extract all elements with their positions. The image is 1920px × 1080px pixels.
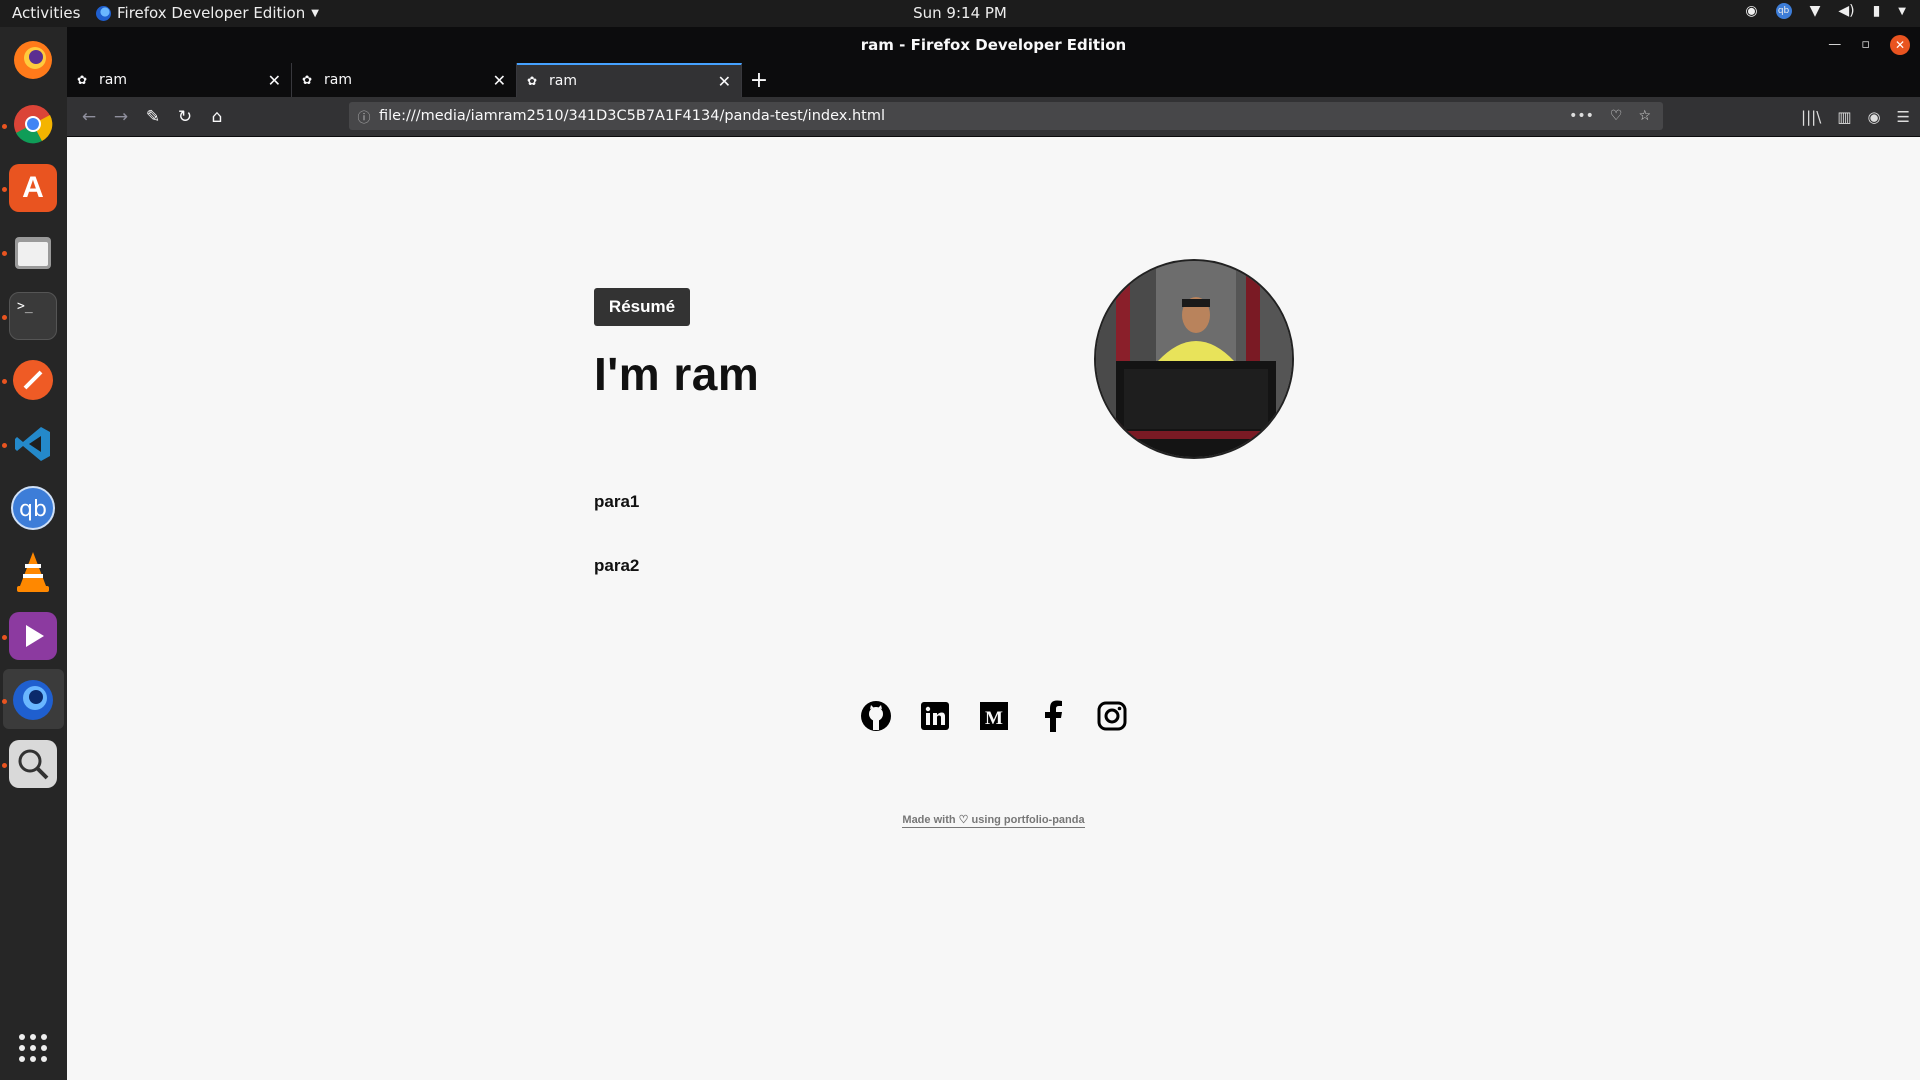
postman-icon[interactable] [9,356,57,404]
terminal-icon[interactable]: >_ [9,292,57,340]
browser-window: ram - Firefox Developer Edition — ▫ ✕ ✿ … [67,27,1920,1080]
svg-text:qb: qb [19,497,47,522]
firefox-icon[interactable] [9,36,57,84]
instagram-icon[interactable] [1096,700,1128,732]
clock[interactable]: Sun 9:14 PM [0,4,1920,22]
page-content: Résumé I'm ram para1 para2 M Made with ♡… [67,137,1920,1080]
avatar [1094,259,1294,459]
chrome-icon[interactable] [9,100,57,148]
image-viewer-icon[interactable] [9,740,57,788]
medium-icon[interactable]: M [978,700,1010,732]
files-icon[interactable] [9,228,57,276]
system-top-bar: Activities Firefox Developer Edition ▼ S… [0,0,1920,27]
tab-2[interactable]: ✿ ram ✕ [292,63,517,97]
maximize-button[interactable]: ▫ [1861,27,1870,63]
tab-label: ram [99,72,127,88]
panda-favicon-icon: ✿ [302,73,313,87]
page-headline: I'm ram [594,348,760,400]
close-window-button[interactable]: ✕ [1890,35,1910,55]
facebook-icon[interactable] [1037,700,1069,732]
linkedin-icon[interactable] [919,700,951,732]
close-tab-icon[interactable]: ✕ [493,71,506,90]
qbittorrent-icon[interactable]: qb [9,484,57,532]
tab-strip: ✿ ram ✕ ✿ ram ✕ ✿ ram ✕ + [67,63,1920,97]
wifi-icon[interactable]: ▼ [1810,3,1821,19]
dock: A >_ qb [0,27,67,1080]
wrench-icon[interactable]: ✎ [137,107,169,127]
navigation-toolbar: ← → ✎ ↻ ⌂ ⓘ file:///media/iamram2510/341… [67,97,1920,137]
minimize-button[interactable]: — [1828,27,1841,63]
vscode-icon[interactable] [9,420,57,468]
software-center-icon[interactable]: A [9,164,57,212]
sidebar-icon[interactable]: ▥ [1837,108,1851,126]
tab-label: ram [549,73,577,89]
window-title: ram - Firefox Developer Edition [860,36,1127,54]
vlc-icon[interactable] [9,548,57,596]
pocket-icon[interactable]: ♡ [1610,108,1623,124]
resume-button[interactable]: Résumé [594,288,690,326]
account-icon[interactable]: ◉ [1867,108,1880,126]
close-tab-icon[interactable]: ✕ [268,71,281,90]
reload-button[interactable]: ↻ [169,107,201,127]
battery-icon[interactable]: ▮ [1873,3,1881,19]
qbittorrent-tray-icon[interactable]: qb [1775,3,1792,19]
footer: Made with ♡ using portfolio-panda [67,813,1920,828]
close-tab-icon[interactable]: ✕ [718,72,731,91]
new-tab-button[interactable]: + [742,63,776,97]
library-icon[interactable]: |||\ [1801,108,1821,126]
forward-button[interactable]: → [105,107,137,127]
bookmark-star-icon[interactable]: ☆ [1638,108,1651,124]
footer-credit-link[interactable]: Made with ♡ using portfolio-panda [902,814,1085,828]
svg-text:M: M [985,708,1003,729]
firefox-developer-icon[interactable] [9,676,57,724]
site-info-icon[interactable]: ⓘ [349,107,379,126]
show-apps-icon[interactable] [9,1024,57,1072]
tab-3-active[interactable]: ✿ ram ✕ [517,63,742,97]
paragraph-2: para2 [594,556,640,575]
profile-photo [1096,261,1292,457]
chevron-down-icon[interactable]: ▼ [1898,6,1906,17]
tab-label: ram [324,72,352,88]
steam-icon[interactable]: ◉ [1745,3,1757,19]
url-bar[interactable]: ⓘ file:///media/iamram2510/341D3C5B7A1F4… [349,102,1663,130]
home-button[interactable]: ⌂ [201,107,233,127]
social-links: M [67,700,1920,732]
panda-favicon-icon: ✿ [77,73,88,87]
github-icon[interactable] [860,700,892,732]
panda-favicon-icon: ✿ [527,74,538,88]
url-text[interactable]: file:///media/iamram2510/341D3C5B7A1F413… [379,108,1569,124]
hamburger-menu-icon[interactable]: ☰ [1897,108,1910,126]
tab-1[interactable]: ✿ ram ✕ [67,63,292,97]
back-button[interactable]: ← [73,107,105,127]
paragraph-1: para1 [594,492,640,511]
window-titlebar[interactable]: ram - Firefox Developer Edition — ▫ ✕ [67,27,1920,63]
volume-icon[interactable]: ◀) [1838,3,1854,19]
page-actions-icon[interactable]: ••• [1569,108,1594,124]
video-player-icon[interactable] [9,612,57,660]
system-tray[interactable]: ◉ qb ▼ ◀) ▮ ▼ [1745,3,1906,19]
